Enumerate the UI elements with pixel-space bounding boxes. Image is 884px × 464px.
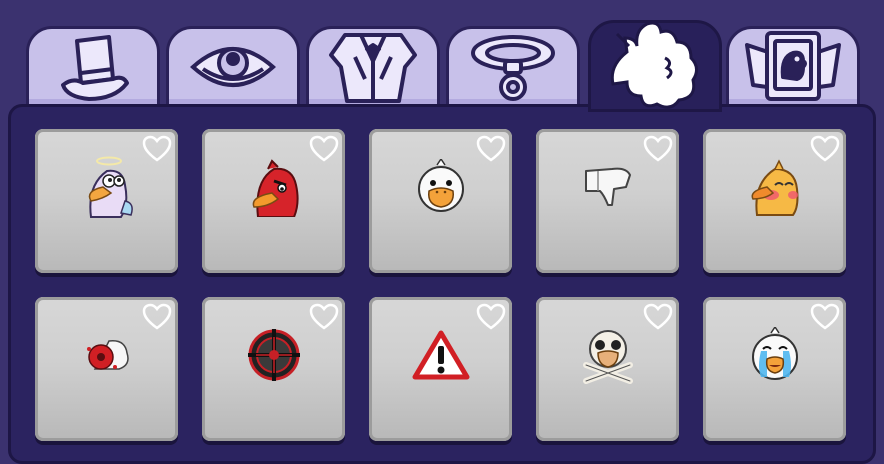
collar-icon bbox=[471, 35, 555, 101]
emote-card-crying-duck[interactable] bbox=[703, 297, 846, 441]
angel-duck-icon bbox=[88, 156, 133, 218]
favorite-heart-icon[interactable] bbox=[309, 303, 339, 331]
crosshair-icon bbox=[247, 329, 300, 381]
emote-card-thumbs-down[interactable] bbox=[536, 129, 679, 273]
favorite-heart-icon[interactable] bbox=[810, 303, 840, 331]
category-tabs bbox=[0, 0, 884, 112]
angry-red-duck-icon bbox=[252, 159, 299, 217]
blushing-duck-icon bbox=[751, 159, 798, 216]
favorite-heart-icon[interactable] bbox=[142, 303, 172, 331]
favorite-heart-icon[interactable] bbox=[142, 135, 172, 163]
favorite-heart-icon[interactable] bbox=[643, 135, 673, 163]
emote-card-duck-face[interactable] bbox=[369, 129, 512, 273]
emote-card-skull-crossbones-duck[interactable] bbox=[536, 297, 679, 441]
emote-card-blushing-duck[interactable] bbox=[703, 129, 846, 273]
skull-crossbones-duck-icon bbox=[582, 330, 633, 384]
emote-grid-panel bbox=[8, 104, 876, 464]
favorite-heart-icon[interactable] bbox=[810, 135, 840, 163]
emote-card-warning-sign[interactable] bbox=[369, 297, 512, 441]
eye-icon bbox=[190, 47, 276, 87]
thumbs-down-icon bbox=[584, 167, 631, 206]
favorite-heart-icon[interactable] bbox=[309, 135, 339, 163]
emote-card-angry-red-duck[interactable] bbox=[202, 129, 345, 273]
puff-cloud-icon bbox=[610, 21, 698, 109]
emote-card-crosshair[interactable] bbox=[202, 297, 345, 441]
tab-hats[interactable] bbox=[26, 26, 160, 108]
tab-emotes[interactable] bbox=[588, 20, 722, 112]
top-hat-icon bbox=[61, 35, 129, 101]
emote-card-angel-duck[interactable] bbox=[35, 129, 178, 273]
tab-collars[interactable] bbox=[446, 26, 580, 108]
tab-eyes[interactable] bbox=[166, 26, 300, 108]
warning-sign-icon bbox=[412, 330, 469, 380]
crying-duck-icon bbox=[751, 327, 798, 380]
blood-splat-icon bbox=[86, 340, 129, 370]
tuxedo-icon bbox=[329, 33, 417, 103]
emote-card-blood-splat[interactable] bbox=[35, 297, 178, 441]
duck-face-icon bbox=[417, 159, 464, 212]
tab-outfits[interactable] bbox=[306, 26, 440, 108]
favorite-heart-icon[interactable] bbox=[476, 135, 506, 163]
tab-cards[interactable] bbox=[726, 26, 860, 108]
card-portrait-icon bbox=[745, 31, 841, 101]
favorite-heart-icon[interactable] bbox=[476, 303, 506, 331]
favorite-heart-icon[interactable] bbox=[643, 303, 673, 331]
